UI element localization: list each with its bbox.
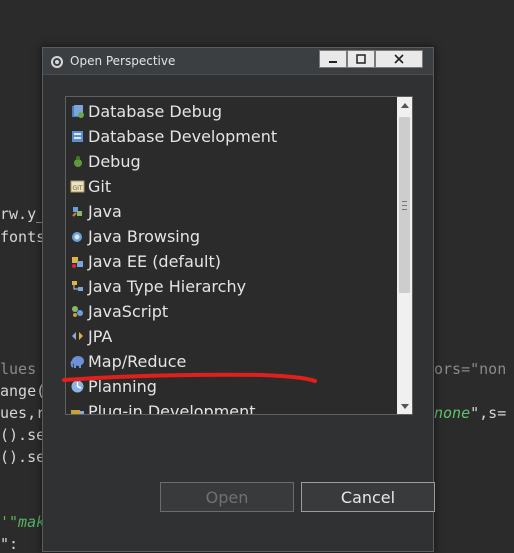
maximize-button[interactable]: [347, 50, 375, 68]
vertical-scrollbar[interactable]: [397, 97, 412, 414]
code-line: lues: [0, 360, 37, 378]
java-ee-icon: [70, 254, 85, 269]
scroll-thumb[interactable]: [399, 117, 410, 293]
code-line: ange(: [0, 382, 46, 400]
list-item-label: Database Development: [88, 127, 278, 146]
git-icon: GIT: [70, 179, 85, 194]
list-item[interactable]: Plug-in Development: [70, 399, 256, 414]
chevron-down-icon: [400, 403, 409, 409]
list-item[interactable]: Java Browsing: [70, 224, 200, 249]
database-development-icon: [70, 129, 85, 144]
list-item[interactable]: Planning: [70, 374, 157, 399]
code-line: rw.y_: [0, 205, 46, 223]
list-item[interactable]: GIT Git: [70, 174, 111, 199]
code-string: none: [434, 404, 471, 422]
list-item-label: Planning: [88, 377, 157, 396]
code-line: fonts: [0, 228, 46, 246]
close-button[interactable]: [375, 50, 423, 68]
list-item-label: Java EE (default): [88, 252, 221, 271]
code-fragment: ",s=: [470, 404, 507, 422]
minimize-icon: [329, 61, 337, 63]
code-line: ().se: [0, 448, 46, 466]
list-item[interactable]: Java Type Hierarchy: [70, 274, 246, 299]
perspective-list[interactable]: Database Debug Database Development Debug G…: [65, 96, 413, 415]
code-line: '"mak: [0, 513, 46, 531]
maximize-icon: [356, 54, 366, 64]
list-item-label: Database Debug: [88, 102, 223, 121]
scroll-down-button[interactable]: [397, 398, 412, 414]
list-item-label: Map/Reduce: [88, 352, 187, 371]
planning-icon: [70, 379, 85, 394]
list-item-label: JavaScript: [88, 302, 169, 321]
map-reduce-elephant-icon: [70, 354, 85, 369]
code-line: ors="non: [434, 360, 507, 378]
jpa-icon: [70, 329, 85, 344]
list-item[interactable]: Map/Reduce: [70, 349, 186, 374]
list-item[interactable]: JavaScript: [70, 299, 168, 324]
open-button[interactable]: Open: [160, 482, 294, 512]
database-debug-icon: [70, 104, 85, 119]
dialog-titlebar[interactable]: Open Perspective: [43, 48, 433, 75]
cancel-button[interactable]: Cancel: [301, 482, 435, 512]
list-item-label: Java Browsing: [88, 227, 201, 246]
javascript-icon: [70, 304, 85, 319]
list-item[interactable]: Debug: [70, 149, 141, 174]
perspective-list-items: Database Debug Database Development Debug G…: [66, 97, 396, 414]
close-icon: [394, 54, 404, 64]
code-line: ":: [0, 535, 19, 553]
java-icon: [70, 204, 85, 219]
code-line: ues,r: [0, 404, 46, 422]
list-item-label: Debug: [88, 152, 141, 171]
list-item-label: Java: [88, 202, 122, 221]
debug-icon: [70, 154, 85, 169]
list-item[interactable]: Java EE (default): [70, 249, 221, 274]
list-item-label: Git: [88, 177, 112, 196]
chevron-up-icon: [400, 102, 409, 108]
minimize-button[interactable]: [319, 50, 347, 68]
svg-text:GIT: GIT: [73, 185, 83, 192]
scroll-up-button[interactable]: [397, 97, 412, 113]
java-type-hierarchy-icon: [70, 279, 85, 294]
code-line: ().se: [0, 426, 46, 444]
list-item[interactable]: Java: [70, 199, 122, 224]
list-item-label: Plug-in Development: [88, 402, 256, 414]
list-item[interactable]: Database Debug: [70, 99, 222, 124]
list-item[interactable]: Database Development: [70, 124, 277, 149]
plugin-development-icon: [70, 404, 85, 414]
java-browsing-icon: [70, 229, 85, 244]
dialog-title: Open Perspective: [70, 54, 176, 68]
list-item[interactable]: JPA: [70, 324, 112, 349]
list-item-label: Java Type Hierarchy: [88, 277, 247, 296]
code-line: none",s=: [434, 404, 506, 422]
open-perspective-dialog: Open Perspective Database Debug Database …: [42, 47, 435, 552]
eclipse-gear-icon: [50, 54, 64, 68]
list-item-label: JPA: [88, 327, 113, 346]
